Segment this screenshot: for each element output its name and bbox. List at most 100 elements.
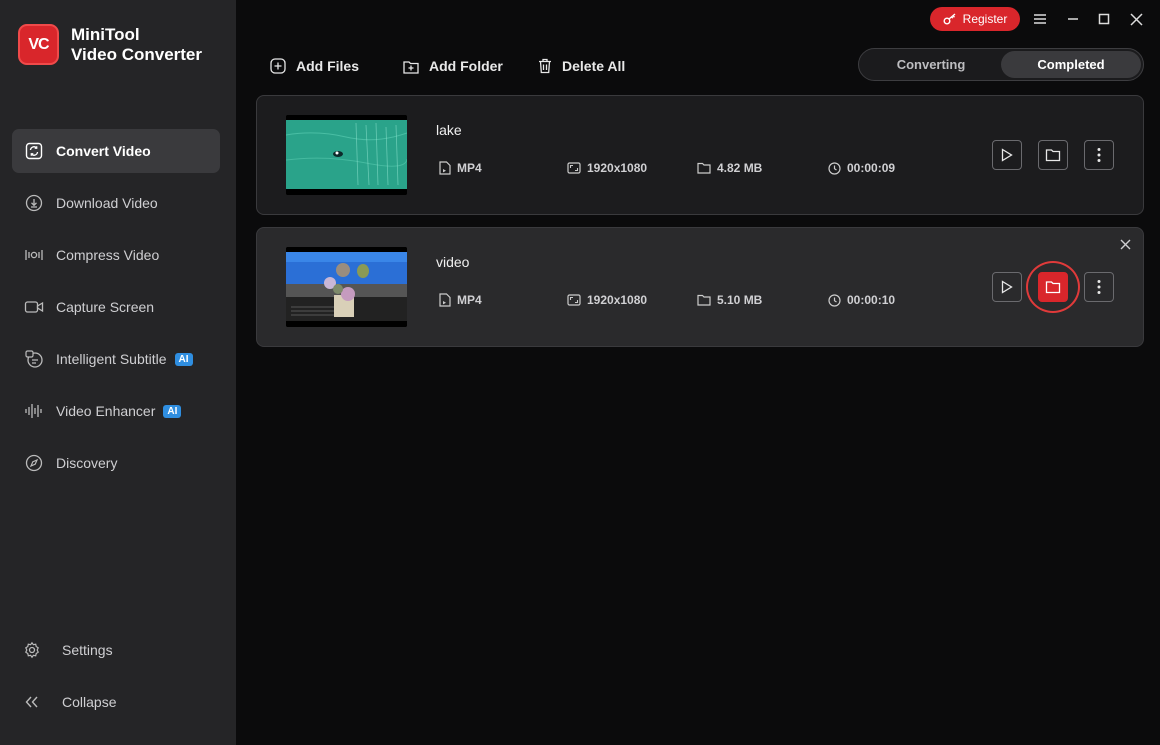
- play-button[interactable]: [992, 272, 1022, 302]
- close-window-button[interactable]: [1126, 9, 1146, 29]
- sidebar: VC MiniTool Video Converter Convert Vide…: [0, 0, 236, 745]
- sidebar-item-label: Compress Video: [56, 247, 160, 263]
- sidebar-item-intelligent-subtitle[interactable]: Intelligent Subtitle AI: [12, 337, 220, 381]
- sidebar-item-compress-video[interactable]: Compress Video: [12, 233, 220, 277]
- gear-icon: [22, 640, 42, 660]
- app-name-line2: Video Converter: [71, 44, 203, 64]
- minimize-icon: [1068, 18, 1078, 20]
- resolution-icon: [567, 162, 581, 174]
- collapse-label: Collapse: [62, 694, 117, 710]
- add-folder-button[interactable]: Add Folder: [403, 56, 503, 76]
- close-icon: [1129, 12, 1143, 26]
- ai-badge: AI: [163, 404, 182, 418]
- open-folder-button[interactable]: [1038, 140, 1068, 170]
- folder-icon: [1045, 281, 1061, 294]
- delete-all-button[interactable]: Delete All: [538, 56, 625, 76]
- hamburger-menu-icon: [1034, 14, 1046, 24]
- sidebar-item-label: Discovery: [56, 455, 118, 471]
- register-label: Register: [962, 12, 1008, 26]
- sidebar-item-label: Download Video: [56, 195, 158, 211]
- more-vertical-icon: [1097, 148, 1101, 162]
- open-folder-button[interactable]: [1038, 272, 1068, 302]
- register-button[interactable]: Register: [930, 7, 1020, 31]
- compass-icon: [24, 453, 44, 473]
- video-thumbnail-lake: [286, 115, 407, 195]
- collapse-button[interactable]: Collapse: [22, 692, 212, 712]
- file-size: 5.10 MB: [697, 293, 762, 307]
- file-card-video[interactable]: video MP4 1920x1080 5.10 MB 00:00:10: [256, 227, 1144, 347]
- sidebar-item-label: Video Enhancer: [56, 403, 156, 419]
- file-duration: 00:00:10: [828, 293, 895, 307]
- close-icon: [1120, 239, 1130, 249]
- file-name: lake: [436, 122, 462, 138]
- vc-logo-icon: VC: [18, 24, 59, 65]
- sidebar-item-label: Capture Screen: [56, 299, 155, 315]
- sidebar-item-discovery[interactable]: Discovery: [12, 441, 220, 485]
- file-resolution: 1920x1080: [567, 293, 647, 307]
- size-value: 4.82 MB: [717, 161, 763, 175]
- folder-icon: [1045, 149, 1061, 162]
- download-icon: [24, 193, 44, 213]
- resolution-value: 1920x1080: [587, 293, 648, 307]
- play-icon: [1001, 148, 1013, 162]
- add-folder-label: Add Folder: [429, 58, 503, 74]
- file-resolution: 1920x1080: [567, 161, 647, 175]
- subtitle-icon: [24, 349, 44, 369]
- more-options-button[interactable]: [1084, 140, 1114, 170]
- size-value: 5.10 MB: [717, 293, 763, 307]
- clock-icon: [828, 161, 841, 175]
- folder-icon: [697, 294, 711, 306]
- convert-icon: [24, 141, 44, 161]
- play-button[interactable]: [992, 140, 1022, 170]
- file-video-icon: [439, 293, 451, 307]
- tab-completed[interactable]: Completed: [1001, 51, 1141, 78]
- file-card-lake[interactable]: lake MP4 1920x1080 4.82 MB 00:00:09: [256, 95, 1144, 215]
- duration-value: 00:00:10: [847, 293, 896, 307]
- ai-badge: AI: [174, 352, 193, 366]
- file-name: video: [436, 254, 470, 270]
- file-format: MP4: [439, 161, 482, 175]
- settings-label: Settings: [62, 642, 113, 658]
- menu-button[interactable]: [1030, 9, 1050, 29]
- key-icon: [943, 13, 957, 25]
- file-size: 4.82 MB: [697, 161, 762, 175]
- maximize-icon: [1098, 13, 1110, 25]
- remove-item-button[interactable]: [1117, 236, 1133, 252]
- app-name: MiniTool Video Converter: [71, 25, 202, 65]
- compress-icon: [24, 245, 44, 265]
- sidebar-item-label: Intelligent Subtitle: [56, 351, 167, 367]
- clock-icon: [828, 293, 841, 307]
- format-value: MP4: [457, 161, 482, 175]
- resolution-value: 1920x1080: [587, 161, 648, 175]
- double-chevron-left-icon: [22, 692, 42, 712]
- more-vertical-icon: [1097, 280, 1101, 294]
- app-logo: VC MiniTool Video Converter: [18, 24, 202, 65]
- trash-icon: [538, 58, 552, 74]
- sidebar-nav: Convert Video Download Video Compress Vi…: [12, 129, 220, 493]
- sidebar-item-capture-screen[interactable]: Capture Screen: [12, 285, 220, 329]
- sidebar-item-convert-video[interactable]: Convert Video: [12, 129, 220, 173]
- sidebar-item-label: Convert Video: [56, 143, 151, 159]
- sidebar-item-download-video[interactable]: Download Video: [12, 181, 220, 225]
- file-duration: 00:00:09: [828, 161, 895, 175]
- delete-all-label: Delete All: [562, 58, 626, 74]
- status-tabs: Converting Completed: [858, 48, 1144, 81]
- video-thumbnail-video: [286, 247, 407, 327]
- sidebar-item-video-enhancer[interactable]: Video Enhancer AI: [12, 389, 220, 433]
- format-value: MP4: [457, 293, 482, 307]
- maximize-button[interactable]: [1094, 9, 1114, 29]
- folder-icon: [697, 162, 711, 174]
- minimize-button[interactable]: [1063, 9, 1083, 29]
- play-icon: [1001, 280, 1013, 294]
- camera-icon: [24, 297, 44, 317]
- app-name-line1: MiniTool: [71, 24, 140, 44]
- duration-value: 00:00:09: [847, 161, 896, 175]
- settings-button[interactable]: Settings: [22, 640, 212, 660]
- add-files-label: Add Files: [296, 58, 360, 74]
- file-format: MP4: [439, 293, 482, 307]
- add-files-button[interactable]: Add Files: [270, 56, 359, 76]
- tab-converting[interactable]: Converting: [861, 51, 1001, 78]
- more-options-button[interactable]: [1084, 272, 1114, 302]
- file-video-icon: [439, 161, 451, 175]
- enhancer-icon: [24, 401, 44, 421]
